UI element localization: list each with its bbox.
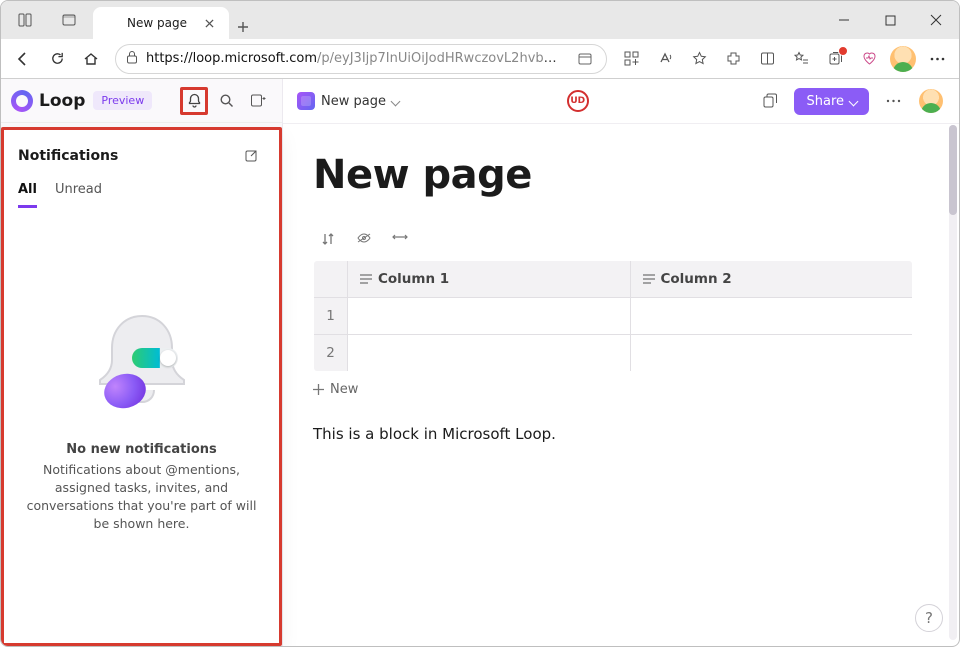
document-canvas[interactable]: New page	[283, 123, 959, 646]
add-row-button[interactable]: New	[313, 382, 929, 397]
apps-icon[interactable]	[615, 43, 647, 75]
share-button[interactable]: Share	[794, 88, 869, 115]
sidebar: Loop Preview Notifi	[1, 79, 283, 646]
recording-badge[interactable]: UD	[567, 90, 589, 112]
table-cell[interactable]	[630, 335, 913, 372]
read-aloud-icon[interactable]	[649, 43, 681, 75]
window-minimize-button[interactable]	[821, 1, 867, 39]
notif-empty-desc: Notifications about @mentions, assigned …	[24, 461, 259, 534]
window-close-button[interactable]	[913, 1, 959, 39]
loop-logo[interactable]: Loop	[11, 90, 85, 112]
document-area: New page UD Share	[283, 79, 959, 646]
breadcrumb-text: New page	[321, 94, 386, 109]
profile-avatar[interactable]	[887, 43, 919, 75]
table-cell[interactable]	[348, 335, 631, 372]
workspaces-icon[interactable]	[53, 4, 85, 36]
copy-component-icon[interactable]	[756, 87, 784, 115]
table-cell[interactable]	[348, 298, 631, 335]
column-header[interactable]: Column 2	[630, 261, 913, 298]
address-bar[interactable]: https://loop.microsoft.com/p/eyJ3Ijp7InU…	[115, 44, 607, 74]
breadcrumb[interactable]: New page	[297, 92, 399, 110]
doc-more-icon[interactable]	[879, 87, 907, 115]
chevron-down-icon	[850, 94, 857, 109]
collections-icon[interactable]	[819, 43, 851, 75]
row-number: 1	[314, 298, 348, 335]
row-number: 2	[314, 335, 348, 372]
column-header[interactable]: Column 1	[348, 261, 631, 298]
chevron-down-icon	[392, 94, 399, 109]
search-icon[interactable]	[212, 87, 240, 115]
user-avatar[interactable]	[917, 87, 945, 115]
url-text: https://loop.microsoft.com/p/eyJ3Ijp7InU…	[146, 51, 566, 66]
new-workspace-icon[interactable]	[244, 87, 272, 115]
loop-app: Loop Preview Notifi	[1, 79, 959, 646]
favorites-list-icon[interactable]	[785, 43, 817, 75]
notifications-panel: Notifications All Unread	[1, 127, 282, 646]
back-button[interactable]	[7, 43, 39, 75]
notifications-icon[interactable]	[180, 87, 208, 115]
tracking-icon[interactable]	[574, 44, 596, 74]
tab-actions-icon[interactable]	[9, 4, 41, 36]
titlebar: New page	[1, 1, 959, 39]
browser-toolbar: https://loop.microsoft.com/p/eyJ3Ijp7InU…	[1, 39, 959, 79]
close-tab-icon[interactable]	[203, 16, 217, 30]
page-title[interactable]: New page	[313, 152, 929, 198]
favorite-icon[interactable]	[683, 43, 715, 75]
new-tab-button[interactable]	[229, 15, 257, 39]
table-row[interactable]: 1	[314, 298, 913, 335]
browser-window: New page	[0, 0, 960, 647]
split-screen-icon[interactable]	[751, 43, 783, 75]
browser-tab[interactable]: New page	[93, 7, 229, 39]
loop-favicon-icon	[105, 16, 119, 30]
loop-brand-text: Loop	[39, 91, 85, 111]
lock-icon	[126, 50, 138, 68]
hide-icon[interactable]	[355, 232, 373, 246]
data-table[interactable]: Column 1 Column 2	[313, 260, 913, 372]
table-row[interactable]: 2	[314, 335, 913, 372]
sort-icon[interactable]	[319, 232, 337, 246]
row-number-header	[314, 261, 348, 298]
table-toolbar	[319, 232, 929, 246]
home-button[interactable]	[75, 43, 107, 75]
document-topbar: New page UD Share	[283, 79, 959, 123]
notif-empty-title: No new notifications	[66, 442, 217, 457]
notifications-title: Notifications	[18, 148, 237, 164]
tab-title: New page	[127, 16, 187, 30]
refresh-button[interactable]	[41, 43, 73, 75]
notif-tab-unread[interactable]: Unread	[55, 182, 102, 208]
add-row-label: New	[330, 382, 358, 397]
extension-icon[interactable]	[717, 43, 749, 75]
text-column-icon	[360, 274, 372, 284]
health-icon[interactable]	[853, 43, 885, 75]
paragraph-block[interactable]: This is a block in Microsoft Loop.	[313, 425, 929, 443]
more-menu-icon[interactable]	[921, 43, 953, 75]
table-header-row: Column 1 Column 2	[314, 261, 913, 298]
loop-mark-icon	[11, 90, 33, 112]
notif-tab-all[interactable]: All	[18, 182, 37, 208]
pop-out-icon[interactable]	[237, 142, 265, 170]
help-button[interactable]: ?	[915, 604, 943, 632]
window-maximize-button[interactable]	[867, 1, 913, 39]
table-cell[interactable]	[630, 298, 913, 335]
app-header: Loop Preview	[1, 79, 282, 123]
text-column-icon	[643, 274, 655, 284]
preview-chip: Preview	[93, 91, 152, 110]
resize-icon[interactable]	[391, 232, 409, 246]
page-icon	[297, 92, 315, 110]
empty-notifications-illustration	[82, 304, 202, 424]
share-label: Share	[806, 94, 844, 109]
scrollbar[interactable]	[949, 125, 957, 640]
